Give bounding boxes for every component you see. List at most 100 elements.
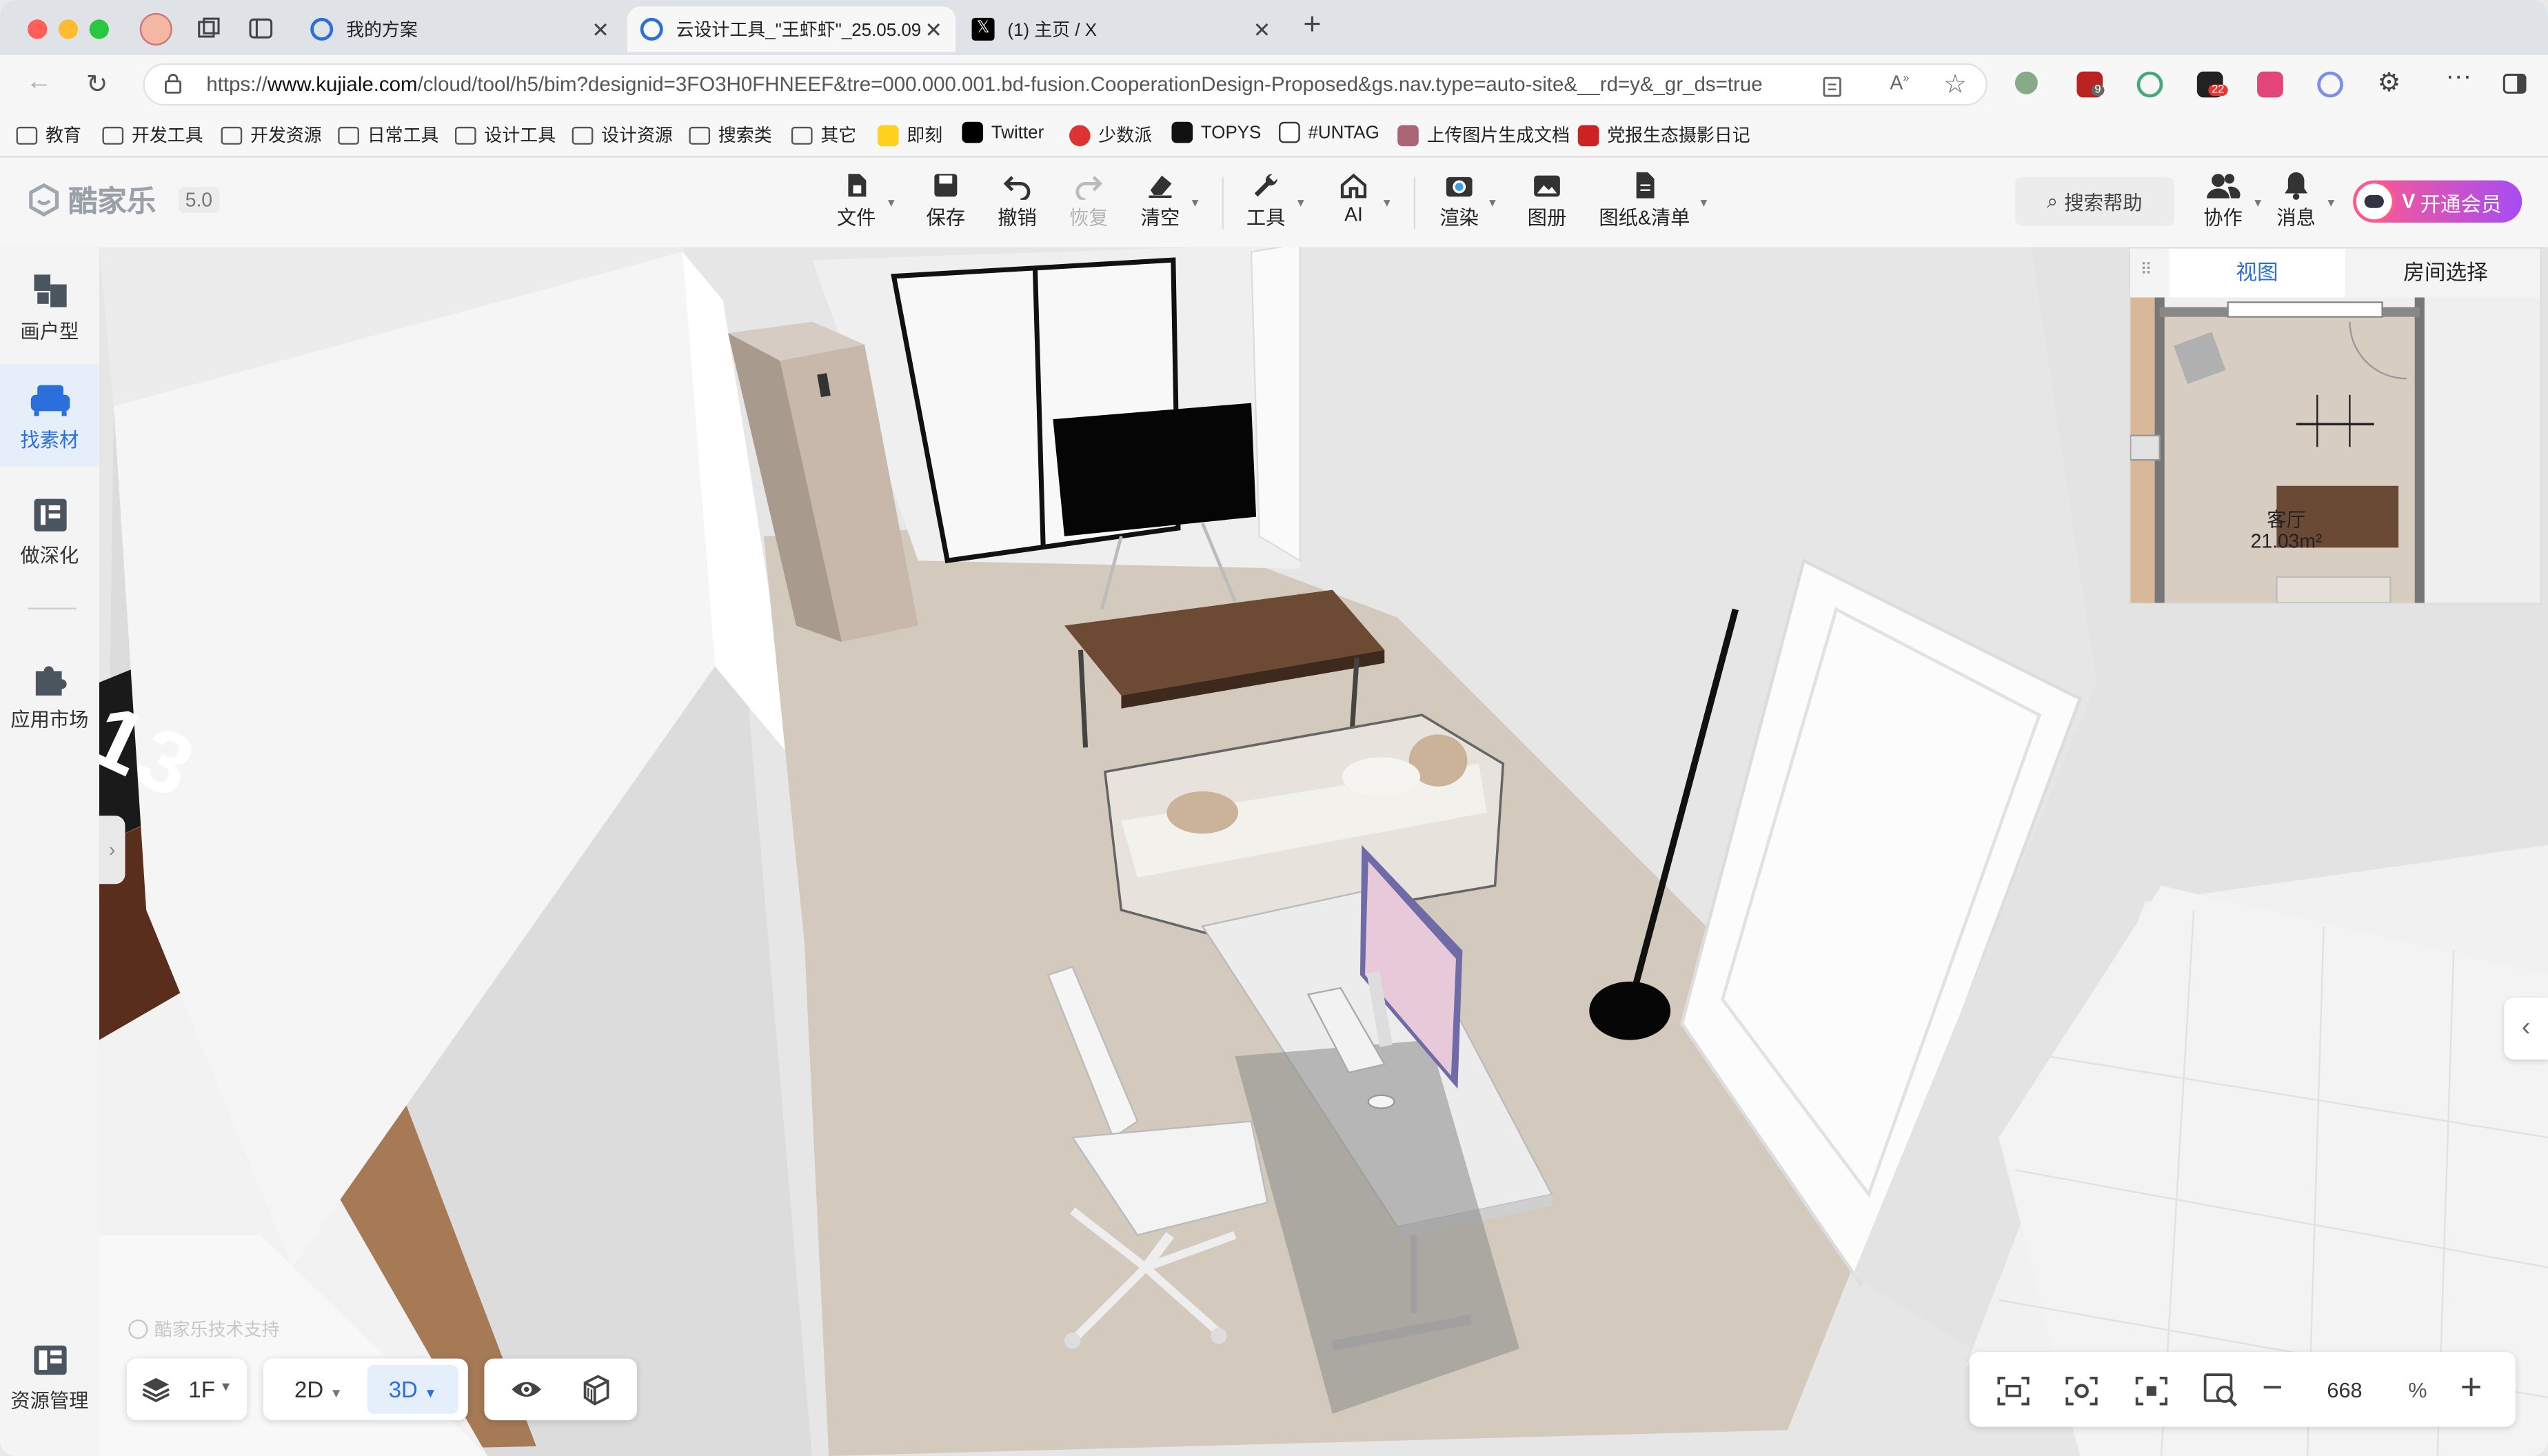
bookmark-folder[interactable]: 开发资源: [221, 122, 322, 148]
drag-handle-icon[interactable]: ⠿: [2140, 262, 2152, 280]
robot-avatar-icon: [2353, 180, 2396, 223]
search-help-button[interactable]: ⌕ 搜索帮助: [2014, 176, 2174, 226]
bookmark-folder[interactable]: 开发工具: [102, 122, 203, 148]
close-tab-icon[interactable]: ✕: [924, 18, 942, 44]
url-field[interactable]: https://www.kujiale.com/cloud/tool/h5/bi…: [143, 63, 1988, 106]
close-tab-icon[interactable]: ✕: [592, 18, 609, 44]
search-icon: ⌕: [2047, 189, 2058, 212]
zoom-search-icon[interactable]: [2202, 1371, 2241, 1410]
extension-spiral-icon[interactable]: [2317, 71, 2343, 98]
messages-button[interactable]: 消息: [2261, 171, 2332, 231]
reader-icon[interactable]: [1821, 74, 1843, 97]
tab-my-plans[interactable]: 我的方案 ✕: [297, 6, 622, 52]
eye-icon[interactable]: [510, 1375, 543, 1404]
vertical-tabs-icon[interactable]: [249, 17, 273, 41]
focus-icon[interactable]: [2134, 1375, 2170, 1407]
extensions-puzzle-icon[interactable]: ⚙: [2378, 67, 2401, 99]
extension-password-icon[interactable]: [2136, 71, 2163, 98]
sidebar-item-floorplan[interactable]: 画户型: [0, 272, 99, 345]
3d-box-icon[interactable]: [578, 1373, 611, 1406]
drawings-list-button[interactable]: 图纸&清单: [1593, 171, 1697, 231]
redo-button[interactable]: 恢复: [1053, 171, 1124, 231]
floor-selector[interactable]: 1F ▼: [126, 1358, 247, 1421]
extension-pink-icon[interactable]: [2257, 71, 2283, 98]
sidebar-item-app-market[interactable]: 应用市场: [0, 660, 99, 733]
sidebar-item-resources[interactable]: 资源管理: [0, 1341, 99, 1414]
vip-upgrade-button[interactable]: V 开通会员: [2353, 180, 2522, 223]
fit-view-icon[interactable]: [1996, 1375, 2032, 1407]
render-button[interactable]: 渲染: [1424, 171, 1495, 231]
profile-avatar[interactable]: [139, 12, 172, 46]
bookmark-folder[interactable]: 日常工具: [338, 122, 438, 148]
extension-chat-icon[interactable]: 22: [2196, 71, 2228, 98]
reload-icon[interactable]: ↻: [86, 68, 108, 101]
sidebar-item-deepen[interactable]: 做深化: [0, 496, 99, 569]
close-window-button[interactable]: [28, 19, 48, 39]
bookmark-link[interactable]: 即刻: [877, 122, 942, 148]
folder-icon: [221, 125, 243, 144]
untag-icon: [1279, 121, 1300, 143]
bookmark-folder[interactable]: 设计资源: [572, 122, 673, 148]
mode-2d-button[interactable]: 2D ▼: [276, 1365, 361, 1414]
maximize-window-button[interactable]: [89, 19, 109, 39]
url-path: /cloud/tool/h5/bim?designid=3FO3H0FHNEEF…: [417, 73, 1763, 97]
bookmark-link[interactable]: 上传图片生成文档: [1397, 122, 1570, 148]
bookmark-folder[interactable]: 教育: [16, 122, 81, 148]
undo-button[interactable]: 撤销: [982, 171, 1053, 231]
clear-button[interactable]: 清空: [1124, 171, 1196, 231]
back-arrow-icon[interactable]: ←: [26, 68, 52, 97]
bookmark-folder[interactable]: 其它: [791, 122, 856, 148]
read-aloud-icon[interactable]: A»: [1890, 72, 1909, 94]
album-button[interactable]: 图册: [1511, 171, 1583, 231]
extension-ublock-icon[interactable]: 9: [2076, 71, 2105, 98]
save-button[interactable]: 保存: [910, 171, 982, 231]
close-tab-icon[interactable]: ✕: [1253, 18, 1271, 44]
chevron-down-icon[interactable]: ▼: [1295, 199, 1306, 210]
zoom-out-button[interactable]: −: [2262, 1366, 2283, 1408]
mode-3d-button[interactable]: 3D ▼: [367, 1365, 458, 1414]
floorplan-minimap[interactable]: [2130, 297, 2540, 603]
bookmark-link[interactable]: Twitter: [962, 121, 1044, 143]
chevron-down-icon[interactable]: ▼: [2325, 199, 2336, 210]
bookmark-folder[interactable]: 设计工具: [455, 122, 556, 148]
tab-view[interactable]: 视图: [2169, 248, 2345, 298]
zoom-input[interactable]: 668 %: [2304, 1365, 2447, 1414]
chevron-down-icon[interactable]: ▼: [1698, 199, 1709, 210]
tool-label: AI: [1344, 203, 1363, 226]
new-tab-button[interactable]: +: [1303, 8, 1321, 44]
bookmark-link[interactable]: #UNTAG: [1279, 121, 1379, 143]
expand-left-panel-button[interactable]: ›: [99, 816, 125, 884]
bookmark-link[interactable]: 少数派: [1069, 122, 1152, 148]
extension-green-icon[interactable]: [2014, 71, 2038, 94]
tab-room-select[interactable]: 房间选择: [2352, 249, 2540, 298]
bookmark-folder[interactable]: 搜索类: [689, 122, 772, 148]
workspaces-icon[interactable]: [196, 17, 221, 41]
sidebar-item-label: 应用市场: [10, 708, 89, 731]
bookmark-link[interactable]: 党报生态摄影日记: [1577, 122, 1750, 148]
sidebar-item-label: 资源管理: [10, 1389, 89, 1413]
chevron-down-icon[interactable]: ▼: [1382, 199, 1393, 210]
chevron-down-icon[interactable]: ▼: [886, 199, 897, 210]
tab-x-home[interactable]: 𝕏 (1) 主页 / X ✕: [959, 6, 1284, 52]
tab-cloud-design-tool[interactable]: 云设计工具_"王虾虾"_25.05.09 ✕: [627, 6, 956, 52]
display-controls: [484, 1358, 637, 1421]
tools-menu-button[interactable]: 工具: [1230, 171, 1302, 231]
bookmark-label: 开发工具: [131, 126, 203, 147]
favorite-star-icon[interactable]: ☆: [1943, 68, 1967, 101]
minimize-window-button[interactable]: [58, 19, 79, 39]
collaborate-button[interactable]: 协作: [2187, 171, 2259, 231]
expand-right-panel-button[interactable]: ‹: [2504, 998, 2548, 1060]
sidebar-item-materials[interactable]: 找素材: [0, 364, 99, 467]
chevron-down-icon[interactable]: ▼: [1487, 199, 1498, 210]
sidebar-toggle-icon[interactable]: [2502, 72, 2527, 96]
view-settings-icon[interactable]: [2064, 1375, 2100, 1407]
chevron-down-icon[interactable]: ▼: [1189, 199, 1200, 210]
layers-icon: [142, 1377, 170, 1402]
more-menu-icon[interactable]: ···: [2446, 63, 2472, 92]
folder-icon: [455, 125, 476, 144]
bookmark-link[interactable]: TOPYS: [1171, 121, 1261, 143]
browser-window: 我的方案 ✕ 云设计工具_"王虾虾"_25.05.09 ✕ 𝕏 (1) 主页 /…: [0, 0, 2548, 1456]
ai-menu-button[interactable]: AI: [1318, 171, 1390, 226]
zoom-in-button[interactable]: +: [2460, 1365, 2483, 1409]
file-menu-button[interactable]: 文件: [820, 171, 892, 231]
